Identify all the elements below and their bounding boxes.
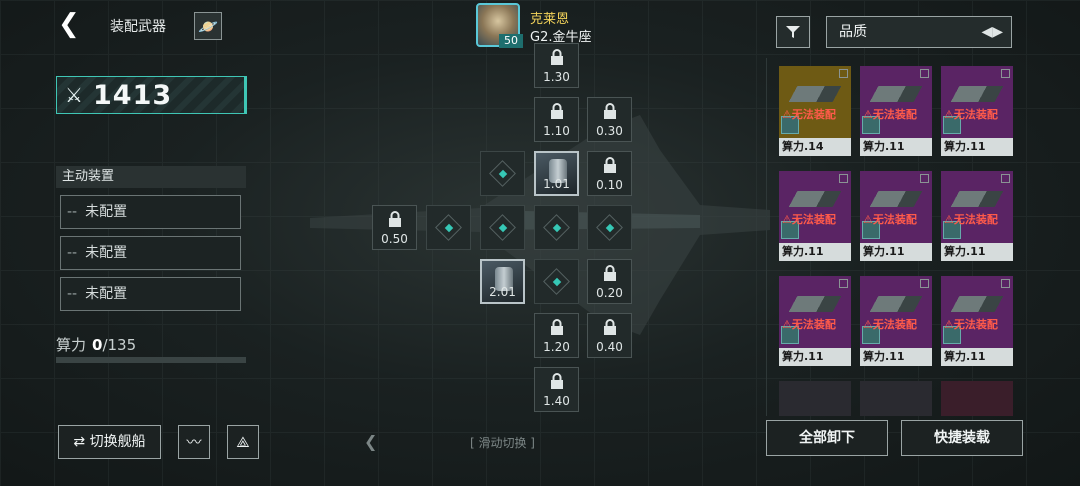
lock-icon [551,373,563,389]
inventory-list[interactable]: ⚠无法装配 算力.14 ⚠无法装配 算力.11 ⚠无法装配 算力.11 ⚠无法装… [766,58,1025,416]
cannot-equip-label: ⚠无法装配 [944,318,998,331]
compute-used: 0 [92,336,103,354]
quality-sort-dropdown[interactable]: 品质 ◀▶ [826,16,1012,48]
slot-label: 未配置 [85,286,128,302]
lock-icon [551,49,563,65]
cannot-equip-label: ⚠无法装配 [863,108,917,121]
compute-bar [56,357,246,363]
compute-cost: 算力.11 [779,243,851,261]
cannot-equip-label: ⚠无法装配 [944,213,998,226]
filter-button[interactable] [776,16,810,48]
active-device-slot-2[interactable]: -- 未配置 [60,236,241,270]
sort-toggle-icon: ◀▶ [981,24,1003,40]
combat-power-value: 1413 [93,80,173,111]
locked-slot[interactable]: 0.10 [587,151,632,196]
compute-cost: 算力.11 [941,348,1013,366]
compute-cost: 算力.11 [779,348,851,366]
pilot-level-badge: 50 [499,34,523,48]
cannot-equip-label: ⚠无法装配 [782,213,836,226]
lock-icon [604,157,616,173]
slot-label: 未配置 [85,245,128,261]
inventory-card[interactable]: ⚠无法装配 算力.11 [941,171,1013,263]
planet-icon: 🪐 [198,16,218,36]
locked-slot[interactable]: 0.50 [372,205,417,250]
inventory-card[interactable]: ⚠无法装配 算力.11 [860,66,932,158]
locked-slot[interactable]: 0.20 [587,259,632,304]
locked-slot[interactable]: 1.40 [534,367,579,412]
compute-cost: 算力.14 [779,138,851,156]
lock-icon [389,211,401,227]
compute-cost: 算力.11 [941,243,1013,261]
inventory-card[interactable]: ⚠无法装配 算力.11 [779,276,851,368]
active-device-slot-3[interactable]: -- 未配置 [60,277,241,311]
cannot-equip-label: ⚠无法装配 [944,108,998,121]
equipped-slot[interactable]: 2.01 [480,259,525,304]
swipe-left-icon[interactable]: ❮ [364,432,377,451]
cannot-equip-label: ⚠无法装配 [863,318,917,331]
equipped-slot[interactable]: 1.01 [534,151,579,196]
lock-icon [604,319,616,335]
back-button[interactable]: ❮ [58,9,80,39]
power-accent-bar [244,76,247,114]
switch-ship-button[interactable]: ⇄ 切换舰船 [58,425,161,459]
empty-slot[interactable] [587,205,632,250]
inventory-card[interactable] [779,381,851,416]
empty-slot[interactable] [480,205,525,250]
lock-icon [551,319,563,335]
compute-cost: 算力.11 [860,138,932,156]
compute-cost: 算力.11 [860,348,932,366]
empty-slot[interactable] [534,259,579,304]
empty-slot[interactable] [534,205,579,250]
inventory-card[interactable]: ⚠无法装配 算力.14 [779,66,851,158]
compute-cost: 算力.11 [860,243,932,261]
active-device-slot-1[interactable]: -- 未配置 [60,195,241,229]
unequip-all-button[interactable]: 全部卸下 [766,420,888,456]
lock-icon [604,103,616,119]
compute-label: 算力 [56,336,87,354]
chevron-left-icon: ❮ [58,9,80,39]
locked-slot[interactable]: 1.30 [534,43,579,88]
page-title: 装配武器 [110,19,166,35]
fleet-button[interactable]: ⟁ [227,425,259,459]
lock-icon [551,103,563,119]
compute-cost: 算力.11 [941,138,1013,156]
combat-power-box: ⚔ 1413 [56,76,247,114]
cannot-equip-label: ⚠无法装配 [782,108,836,121]
waveform-button[interactable]: 〰 [178,425,210,459]
compute-readout: 算力 0/135 [56,334,136,355]
locked-slot[interactable]: 1.10 [534,97,579,142]
empty-slot[interactable] [480,151,525,196]
cannot-equip-label: ⚠无法装配 [782,318,836,331]
planet-button[interactable]: 🪐 [194,12,222,40]
inventory-card[interactable]: ⚠无法装配 算力.11 [941,66,1013,158]
active-devices-title: 主动装置 [56,166,246,188]
sort-label: 品质 [839,24,867,40]
inventory-card[interactable]: ⚠无法装配 算力.11 [779,171,851,263]
waveform-icon: 〰 [186,433,202,451]
fleet-icon: ⟁ [236,433,250,451]
inventory-card[interactable]: ⚠无法装配 算力.11 [860,171,932,263]
cannot-equip-label: ⚠无法装配 [863,213,917,226]
inventory-card[interactable]: ⚠无法装配 算力.11 [941,276,1013,368]
locked-slot[interactable]: 0.30 [587,97,632,142]
locked-slot[interactable]: 0.40 [587,313,632,358]
inventory-card[interactable] [860,381,932,416]
pilot-name: 克莱恩 [530,12,570,27]
empty-slot[interactable] [426,205,471,250]
inventory-card[interactable]: ⚠无法装配 算力.11 [860,276,932,368]
slot-label: 未配置 [85,204,128,220]
crossed-swords-icon: ⚔ [65,83,83,107]
compute-max: /135 [102,336,137,354]
locked-slot[interactable]: 1.20 [534,313,579,358]
filter-icon [786,26,800,38]
swipe-hint: [ 滑动切换 ] [470,436,535,450]
lock-icon [604,265,616,281]
inventory-card[interactable] [941,381,1013,416]
quick-equip-button[interactable]: 快捷装载 [901,420,1023,456]
